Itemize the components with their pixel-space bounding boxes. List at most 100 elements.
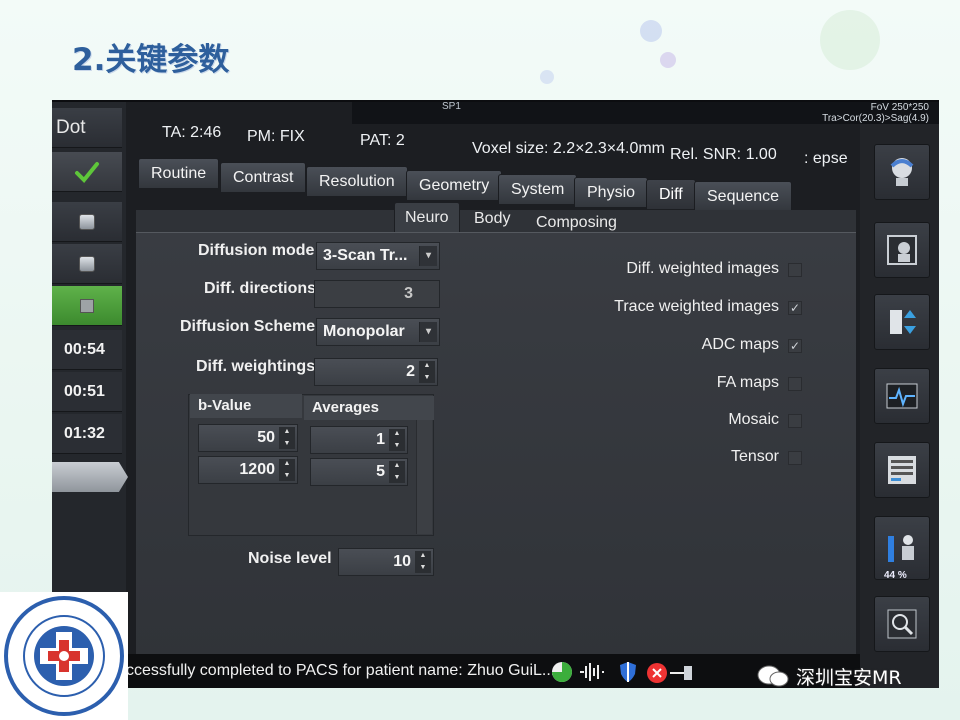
diff-weightings-value: 2: [406, 363, 415, 380]
spin-down-icon: ▼: [423, 374, 431, 381]
watermark: 深圳宝安MR: [756, 662, 902, 690]
tab-physio[interactable]: Physio: [574, 177, 649, 207]
head-icon: [890, 158, 914, 186]
averages-stepper[interactable]: 5 ▲ ▼: [310, 458, 408, 486]
bvalue-stepper[interactable]: 1200 ▲ ▼: [198, 456, 298, 484]
tab-system[interactable]: System: [498, 174, 578, 204]
shield-icon: [620, 662, 636, 682]
bvalue-value: 50: [257, 429, 275, 446]
option-label: Diff. weighted images: [626, 260, 779, 277]
tab-resolution[interactable]: Resolution: [306, 166, 408, 196]
queue-item[interactable]: [52, 202, 122, 242]
diffusion-scheme-select[interactable]: Monopolar ▾: [316, 318, 440, 346]
diff-directions-label: Diff. directions: [204, 280, 317, 297]
option-label: Trace weighted images: [614, 298, 779, 315]
magnifier-icon: [887, 609, 917, 639]
zoom-button[interactable]: [874, 596, 930, 652]
fov-readout: FoV 250*250 Tra>Cor(20.3)>Sag(4.9): [822, 102, 929, 124]
bvalue-stepper[interactable]: 50 ▲ ▼: [198, 424, 298, 452]
spin-down-icon: ▼: [283, 472, 291, 479]
status-bar: ccessfully completed to PACS for patient…: [126, 654, 860, 688]
averages-stepper[interactable]: 1 ▲ ▼: [310, 426, 408, 454]
queue-item-active[interactable]: [52, 286, 122, 326]
watermark-text: 深圳宝安MR: [796, 666, 902, 689]
list-icon: [888, 456, 916, 484]
decoration-dot: [820, 10, 880, 70]
diffusion-scheme-value: Monopolar: [323, 323, 405, 340]
scout-label: SP1: [442, 101, 461, 112]
queue-item[interactable]: [52, 244, 122, 284]
option-label: Tensor: [730, 448, 779, 465]
positioning-button[interactable]: [874, 294, 930, 350]
progress-pie-icon: [552, 662, 572, 682]
image-view-button[interactable]: [874, 222, 930, 278]
decoration-dot: [660, 52, 676, 68]
spin-buttons[interactable]: ▲ ▼: [389, 461, 405, 483]
diff-weighted-images-checkbox[interactable]: [788, 263, 802, 277]
tab-diff[interactable]: Diff: [646, 179, 696, 209]
scanner-screen: SP1 FoV 250*250 Tra>Cor(20.3)>Sag(4.9) D…: [52, 100, 939, 688]
diffusion-mode-select[interactable]: 3-Scan Tr... ▾: [316, 242, 440, 270]
diffusion-scheme-label: Diffusion Scheme: [180, 318, 316, 335]
patient-head-button[interactable]: [874, 144, 930, 200]
coil-percent: 44 %: [884, 570, 907, 581]
diff-weightings-stepper[interactable]: 2 ▲ ▼: [314, 358, 438, 386]
table-scrollbar[interactable]: [416, 420, 432, 534]
portrait-icon: [887, 235, 917, 265]
spin-buttons[interactable]: ▲ ▼: [419, 361, 435, 383]
spin-up-icon: ▲: [283, 460, 291, 467]
diff-directions-field[interactable]: 3: [314, 280, 440, 308]
expand-arrow-button[interactable]: [52, 462, 128, 492]
mosaic-checkbox[interactable]: [788, 414, 802, 428]
subtab-body[interactable]: Body: [464, 204, 520, 234]
body-arrows-icon: [890, 310, 916, 334]
option-label: Mosaic: [728, 411, 779, 428]
dot-button[interactable]: Dot: [52, 108, 122, 148]
diffusion-mode-value: 3-Scan Tr...: [323, 247, 408, 264]
spin-buttons[interactable]: ▲ ▼: [415, 551, 431, 573]
tab-routine[interactable]: Routine: [138, 158, 220, 188]
sequence-readout: : epse: [804, 150, 848, 167]
wechat-icon: [757, 665, 789, 687]
voxel-readout: Voxel size: 2.2×2.3×4.0mm: [472, 140, 665, 157]
spin-down-icon: ▼: [283, 440, 291, 447]
noise-level-stepper[interactable]: 10 ▲ ▼: [338, 548, 434, 576]
stop-icon: [80, 298, 94, 313]
tab-sequence[interactable]: Sequence: [694, 181, 793, 211]
averages-value: 5: [376, 463, 385, 480]
spin-up-icon: ▲: [283, 428, 291, 435]
dropdown-arrow-icon: ▾: [419, 246, 437, 266]
ta-readout: TA: 2:46: [162, 124, 222, 141]
hospital-seal-icon: [4, 596, 124, 716]
spin-up-icon: ▲: [419, 552, 427, 559]
diff-weightings-label: Diff. weightings: [196, 358, 316, 375]
protocol-icon: [79, 255, 95, 272]
error-icon: [647, 663, 667, 683]
spin-up-icon: ▲: [393, 462, 401, 469]
spin-down-icon: ▼: [393, 474, 401, 481]
averages-header: Averages: [304, 396, 434, 420]
protocol-list-button[interactable]: [874, 442, 930, 498]
confirm-check-button[interactable]: [52, 152, 122, 192]
noise-level-label: Noise level: [248, 550, 332, 567]
slide-title: 2.关键参数: [72, 42, 230, 78]
audio-wave-icon: [580, 663, 604, 681]
adc-maps-checkbox[interactable]: ✓: [788, 339, 802, 353]
trace-weighted-images-checkbox[interactable]: ✓: [788, 301, 802, 315]
spin-up-icon: ▲: [423, 362, 431, 369]
physio-button[interactable]: [874, 368, 930, 424]
decoration-dot: [540, 70, 554, 84]
diff-directions-value: 3: [404, 285, 413, 302]
spin-buttons[interactable]: ▲ ▼: [279, 427, 295, 449]
option-label: FA maps: [716, 374, 779, 391]
spin-buttons[interactable]: ▲ ▼: [389, 429, 405, 451]
fa-maps-checkbox[interactable]: [788, 377, 802, 391]
subtab-neuro[interactable]: Neuro: [394, 202, 460, 232]
tab-contrast[interactable]: Contrast: [220, 162, 307, 192]
tab-geometry[interactable]: Geometry: [406, 170, 503, 200]
body-coil-icon: [888, 535, 914, 562]
dropdown-arrow-icon: ▾: [419, 322, 437, 342]
pat-readout: PAT: 2: [360, 132, 405, 149]
tensor-checkbox[interactable]: [788, 451, 802, 465]
spin-buttons[interactable]: ▲ ▼: [279, 459, 295, 481]
